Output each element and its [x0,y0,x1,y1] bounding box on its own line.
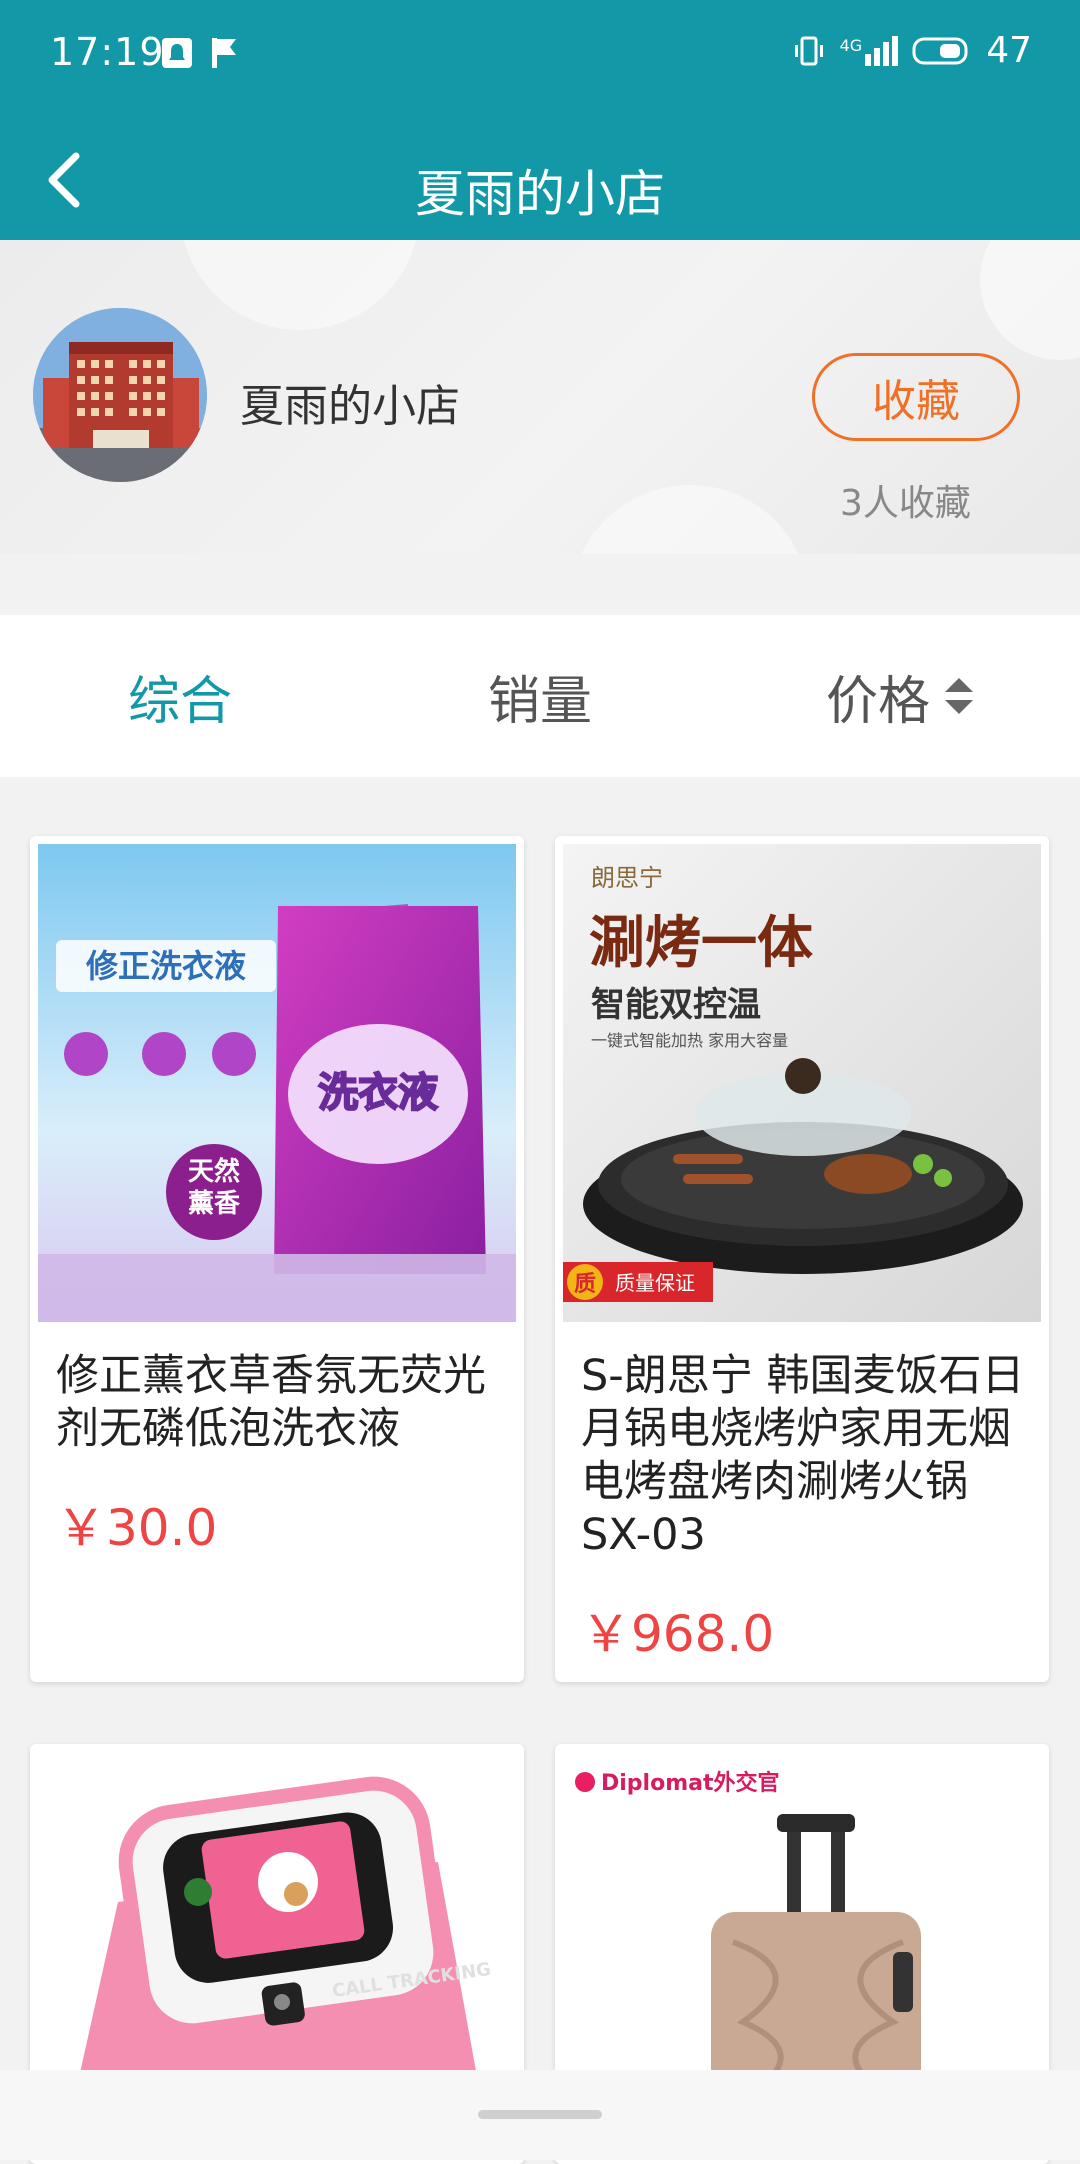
app-header: 夏雨的小店 [0,110,1080,240]
page-title: 夏雨的小店 [415,165,665,223]
product-image-brand: Diplomat外交官 [601,1770,780,1796]
product-image-package-label: 洗衣液 [318,1070,438,1116]
product-image: 朗思宁 涮烤一体 智能双控温 一键式智能加热 家用大容量 质 质量保证 [563,844,1041,1322]
favorite-count: 3人收藏 [840,483,971,524]
product-image: Diplomat外交官 [563,1752,1041,2082]
product-image-badge-line: 天然 [188,1156,240,1187]
favorite-button[interactable]: 收藏 [812,353,1020,441]
battery-icon [912,37,968,64]
store-avatar[interactable] [33,308,207,482]
tab-label: 价格 [825,671,930,732]
tab-price[interactable]: 价格 [720,659,1080,734]
status-time: 17:19 [50,30,165,74]
bottom-gesture-area [0,2070,1080,2160]
battery-level: 47 [986,30,1032,71]
network-type: 4G [839,35,863,55]
banner-decoration [570,485,810,554]
product-image-subheadline: 智能双控温 [591,985,761,1025]
product-title: 修正薰衣草香氛无荧光剂无磷低泡洗衣液 [56,1351,486,1454]
flag-icon [212,38,236,68]
product-image-brand: 朗思宁 [591,864,663,892]
store-banner: 夏雨的小店 收藏 3人收藏 [0,240,1080,554]
product-price: ￥30.0 [56,1499,218,1557]
notification-bell-icon [162,38,192,68]
vibrate-icon [794,36,823,65]
home-indicator[interactable] [478,2110,602,2119]
banner-decoration [980,240,1080,360]
top-bar: 17:19 4G 47 夏雨的小店 [0,0,1080,240]
product-image-quality-text: 质量保证 [615,1271,695,1295]
store-name: 夏雨的小店 [240,381,460,432]
product-image: CALL TRACKING [38,1752,516,2082]
banner-decoration [180,240,420,330]
product-price: ￥968.0 [581,1605,775,1663]
sort-arrows-icon [944,677,974,715]
product-image-tagline: 一键式智能加热 家用大容量 [591,1031,788,1050]
system-icons: 4G 47 [792,30,1032,71]
signal-icon: 4G [839,35,899,66]
product-title: S-朗思宁 韩国麦饭石日月锅电烧烤炉家用无烟电烤盘烤肉涮烤火锅 SX-03 [581,1351,1025,1560]
product-image-headline: 涮烤一体 [589,910,813,976]
tab-comprehensive[interactable]: 综合 [0,659,360,734]
product-card[interactable]: 修正洗衣液 天然 薰香 洗衣液 修正薰衣草香氛无荧光剂无磷低泡洗衣液 ￥30.0 [30,836,524,1682]
hotel-building-image [33,308,207,482]
product-image-headline: 修正洗衣液 [85,947,246,985]
notification-icons [160,36,240,70]
product-image-badge-line: 薰香 [188,1189,240,1219]
tab-label: 销量 [487,671,592,732]
sort-bar: 综合 销量 价格 [0,615,1080,777]
product-image-quality-badge: 质 [574,1272,596,1297]
product-image: 修正洗衣液 天然 薰香 洗衣液 [38,844,516,1322]
tab-sales[interactable]: 销量 [360,659,720,734]
product-card[interactable]: 朗思宁 涮烤一体 智能双控温 一键式智能加热 家用大容量 质 质量保证 S-朗思… [555,836,1049,1682]
tab-label: 综合 [127,671,232,732]
status-bar: 17:19 4G 47 [0,0,1080,110]
